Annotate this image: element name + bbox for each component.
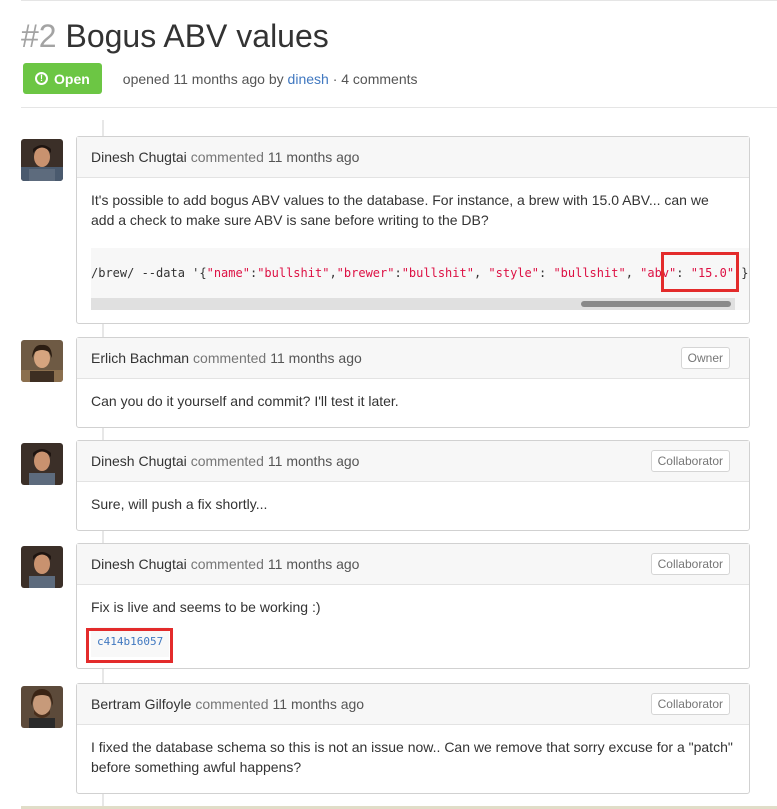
issue-title: #2 Bogus ABV values bbox=[21, 18, 329, 55]
comment: Erlich Bachman commented 11 months ago O… bbox=[21, 337, 750, 428]
comment-body: It's possible to add bogus ABV values to… bbox=[77, 178, 749, 310]
comment-author[interactable]: Erlich Bachman bbox=[91, 350, 189, 366]
code-string: "brewer" bbox=[336, 266, 395, 280]
issue-meta-row: ! Open opened 11 months ago by dinesh · … bbox=[23, 63, 418, 94]
comment-action: commented bbox=[193, 350, 267, 366]
comment-time[interactable]: 11 months ago bbox=[268, 556, 360, 572]
comment-box: Bertram Gilfoyle commented 11 months ago… bbox=[76, 683, 750, 794]
comment-time[interactable]: 11 months ago bbox=[268, 149, 360, 165]
comment-header: Dinesh Chugtai commented 11 months ago bbox=[77, 137, 749, 178]
code-string: "bullshit" bbox=[401, 266, 474, 280]
comment-author[interactable]: Dinesh Chugtai bbox=[91, 453, 187, 469]
header-divider bbox=[21, 107, 777, 108]
commit-sha-link[interactable]: c414b16057 bbox=[91, 627, 170, 657]
comment-author[interactable]: Bertram Gilfoyle bbox=[91, 696, 191, 712]
collaborator-badge: Collaborator bbox=[650, 450, 730, 472]
avatar[interactable] bbox=[21, 686, 63, 728]
comment-text: Sure, will push a fix shortly... bbox=[91, 496, 268, 512]
code-suffix: )}' bbox=[734, 266, 749, 280]
comment-box: Erlich Bachman commented 11 months ago O… bbox=[76, 337, 750, 428]
issue-meta: opened 11 months ago by dinesh · 4 comme… bbox=[123, 71, 418, 87]
code-string: "bullshit" bbox=[257, 266, 330, 280]
comment-time[interactable]: 11 months ago bbox=[273, 696, 365, 712]
comment-body: Fix is live and seems to be working :) c… bbox=[77, 585, 749, 657]
top-border bbox=[21, 0, 777, 1]
alert-icon: ! bbox=[35, 72, 48, 85]
comment-header: Erlich Bachman commented 11 months ago O… bbox=[77, 338, 749, 379]
comment-author[interactable]: Dinesh Chugtai bbox=[91, 556, 187, 572]
issue-number: #2 bbox=[21, 18, 57, 54]
code-prefix: /brew/ --data '{ bbox=[91, 266, 207, 280]
comment-body: Sure, will push a fix shortly... bbox=[77, 482, 749, 514]
comment-text: It's possible to add bogus ABV values to… bbox=[91, 192, 709, 228]
comment-action: commented bbox=[195, 696, 269, 712]
scrollbar-thumb[interactable] bbox=[581, 301, 731, 307]
comment: Bertram Gilfoyle commented 11 months ago… bbox=[21, 683, 750, 794]
issue-state-badge: ! Open bbox=[23, 63, 102, 94]
code-string: "abv" bbox=[640, 266, 677, 280]
issue-title-text: Bogus ABV values bbox=[65, 18, 329, 54]
comment: Dinesh Chugtai commented 11 months ago C… bbox=[21, 440, 750, 531]
comment-body: Can you do it yourself and commit? I'll … bbox=[77, 379, 749, 411]
comment-header: Dinesh Chugtai commented 11 months ago C… bbox=[77, 441, 749, 482]
comment-header: Dinesh Chugtai commented 11 months ago C… bbox=[77, 544, 749, 585]
issue-state-label: Open bbox=[54, 70, 90, 87]
comment-box: Dinesh Chugtai commented 11 months ago C… bbox=[76, 543, 750, 669]
issue-meta-suffix: · 4 comments bbox=[332, 70, 418, 87]
comment-action: commented bbox=[190, 453, 264, 469]
code-string: "name" bbox=[206, 266, 250, 280]
comment-body: I fixed the database schema so this is n… bbox=[77, 725, 749, 777]
comment: Dinesh Chugtai commented 11 months ago C… bbox=[21, 543, 750, 669]
comment: Dinesh Chugtai commented 11 months ago I… bbox=[21, 136, 750, 324]
issue-meta-prefix: opened 11 months ago by bbox=[122, 70, 284, 87]
code-block: /brew/ --data '{"name":"bullshit","brewe… bbox=[91, 248, 749, 310]
code-abv-value: "15.0" bbox=[690, 266, 735, 280]
comment-author[interactable]: Dinesh Chugtai bbox=[91, 149, 187, 165]
owner-badge: Owner bbox=[680, 347, 730, 369]
code-string: "bullshit" bbox=[553, 266, 626, 280]
comment-box: Dinesh Chugtai commented 11 months ago C… bbox=[76, 440, 750, 531]
comment-box: Dinesh Chugtai commented 11 months ago I… bbox=[76, 136, 750, 324]
avatar[interactable] bbox=[21, 340, 63, 382]
avatar[interactable] bbox=[21, 546, 63, 588]
avatar[interactable] bbox=[21, 139, 63, 181]
collaborator-badge: Collaborator bbox=[650, 553, 730, 575]
comment-text: Fix is live and seems to be working :) bbox=[91, 599, 321, 615]
comment-time[interactable]: 11 months ago bbox=[270, 350, 362, 366]
comment-text: Can you do it yourself and commit? I'll … bbox=[91, 393, 399, 409]
collaborator-badge: Collaborator bbox=[650, 693, 730, 715]
issue-author-link[interactable]: dinesh bbox=[288, 71, 329, 87]
comment-action: commented bbox=[190, 556, 264, 572]
code-string: "style" bbox=[488, 266, 539, 280]
comment-time[interactable]: 11 months ago bbox=[268, 453, 360, 469]
code-line: /brew/ --data '{"name":"bullshit","brewe… bbox=[91, 263, 749, 283]
comment-text: I fixed the database schema so this is n… bbox=[91, 739, 733, 775]
avatar[interactable] bbox=[21, 443, 63, 485]
horizontal-scrollbar[interactable] bbox=[91, 298, 735, 310]
comment-action: commented bbox=[190, 149, 264, 165]
comment-header: Bertram Gilfoyle commented 11 months ago… bbox=[77, 684, 749, 725]
